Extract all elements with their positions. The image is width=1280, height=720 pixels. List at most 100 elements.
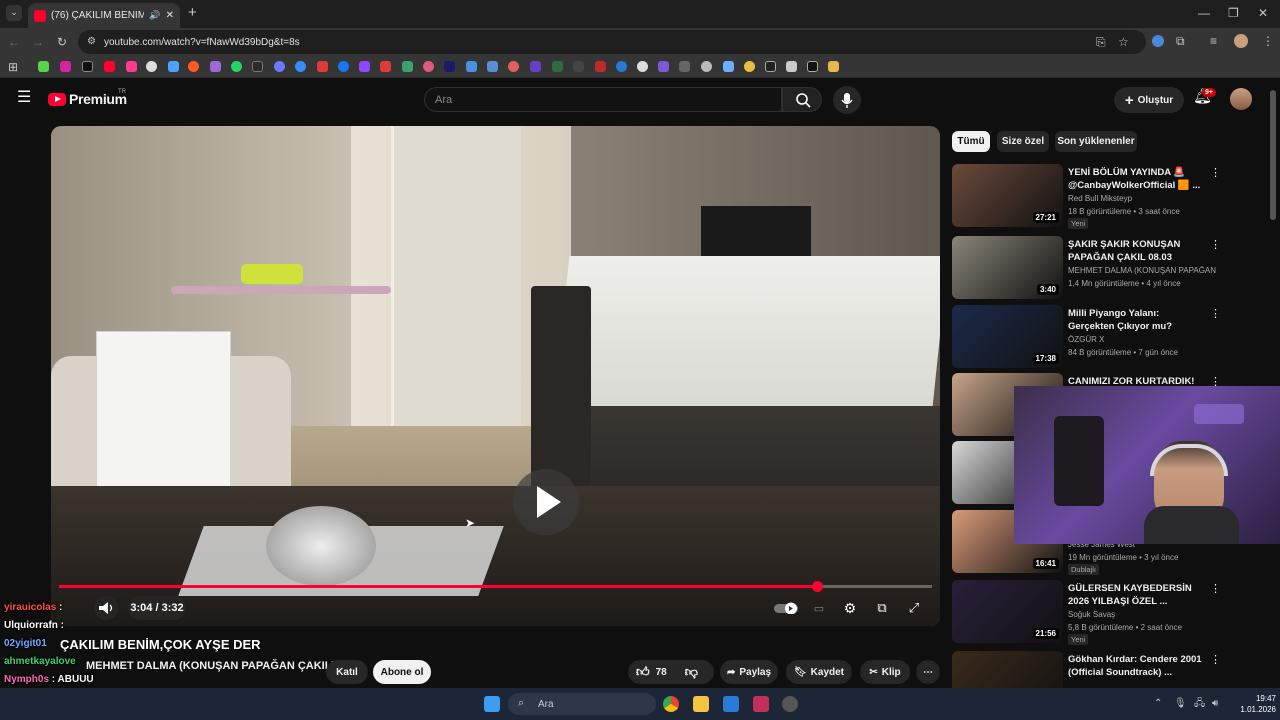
file-explorer-icon[interactable] (693, 696, 709, 712)
channel-name[interactable]: MEHMET DALMA (KONUŞAN PAPAĞAN ÇAKIL) (86, 660, 335, 672)
chrome-taskbar-icon[interactable] (663, 696, 679, 712)
recommendation-item[interactable]: 27:21 YENİ BÖLÜM YAYINDA 🚨 @CanbayWolkerO… (952, 164, 1260, 230)
bookmark-circle-icon[interactable] (295, 61, 306, 72)
recommendation-menu-icon[interactable]: ⋮ (1210, 307, 1221, 320)
chip-for-you[interactable]: Size özel (997, 131, 1049, 152)
bookmark-yellow-icon[interactable] (744, 61, 755, 72)
autoplay-toggle[interactable] (772, 596, 800, 620)
back-icon[interactable]: ← (8, 35, 20, 49)
bookmark-pinkround-icon[interactable] (423, 61, 434, 72)
share-button[interactable]: ➦ Paylaş (720, 660, 778, 684)
bookmark-coral-icon[interactable] (508, 61, 519, 72)
bookmark-gmail-icon[interactable] (317, 61, 328, 72)
close-window-icon[interactable]: ✕ (1258, 6, 1268, 20)
bookmark-white-icon[interactable] (637, 61, 648, 72)
bookmark-k-icon[interactable] (765, 61, 776, 72)
audio-playing-icon[interactable]: 🔊 (149, 10, 160, 21)
progress-bar[interactable] (59, 581, 932, 592)
recommendation-title[interactable]: ŞAKIR ŞAKIR KONUŞAN PAPAĞAN ÇAKIL 08.03 (1068, 238, 1208, 264)
save-button[interactable]: 🔖︎ Kaydet (786, 660, 852, 684)
bookmark-whatsapp-icon[interactable] (231, 61, 242, 72)
recommendation-title[interactable]: Milli Piyango Yalanı: Gerçekten Çıkıyor … (1068, 307, 1208, 333)
search-button[interactable] (782, 87, 822, 112)
bookmark-sky-icon[interactable] (723, 61, 734, 72)
hamburger-menu-icon[interactable]: ☰ (17, 90, 31, 106)
new-tab-icon[interactable]: + (188, 5, 197, 20)
taskbar-search[interactable]: ⌕ Ara (508, 693, 656, 715)
recommendation-item[interactable]: 3:40 ŞAKIR ŞAKIR KONUŞAN PAPAĞAN ÇAKIL 08… (952, 236, 1260, 302)
active-tab[interactable]: (76) ÇAKILIM BENİM,ÇOK A 🔊 ✕ (28, 3, 180, 28)
clip-button[interactable]: ✂ Klip (860, 660, 910, 684)
recommendation-menu-icon[interactable]: ⋮ (1210, 238, 1221, 251)
bookmark-chart-icon[interactable] (595, 61, 606, 72)
more-actions-icon[interactable]: ⋯ (916, 660, 940, 684)
install-app-icon[interactable]: ⎘ (1096, 35, 1106, 49)
bookmark-openai-icon[interactable] (701, 61, 712, 72)
recommendation-thumbnail[interactable]: 3:40 (952, 236, 1063, 299)
bookmark-steam-icon[interactable] (274, 61, 285, 72)
recommendation-title[interactable]: YENİ BÖLÜM YAYINDA 🚨 @CanbayWolkerOffici… (1068, 166, 1208, 192)
chip-all[interactable]: Tümü (952, 131, 990, 152)
bookmark-pink-icon[interactable] (126, 61, 137, 72)
maximize-icon[interactable]: ❐ (1228, 6, 1239, 20)
bookmark-b-icon[interactable] (444, 61, 455, 72)
bookmark-dark-icon[interactable] (252, 61, 263, 72)
recommendation-menu-icon[interactable]: ⋮ (1210, 653, 1221, 666)
youtube-logo-icon[interactable] (48, 93, 66, 106)
profile-avatar[interactable] (1234, 34, 1248, 48)
tray-mic-icon[interactable]: 🎙︎ (1174, 697, 1187, 711)
create-button[interactable]: + Oluştur (1114, 87, 1184, 113)
join-button[interactable]: Katıl (326, 660, 368, 684)
miniplayer-icon[interactable]: ⧉ (870, 596, 894, 620)
recommendation-channel[interactable]: Red Bull Miksteyp (1068, 194, 1218, 203)
reload-icon[interactable]: ↻ (57, 35, 67, 49)
recommendation-item[interactable]: 17:38 Milli Piyango Yalanı: Gerçekten Çık… (952, 305, 1260, 371)
chrome-menu-icon[interactable]: ⋮ (1262, 34, 1274, 48)
bookmark-link-icon[interactable] (679, 61, 690, 72)
speaker-icon[interactable]: 🔊︎ (1212, 697, 1218, 711)
big-play-button[interactable] (513, 469, 579, 535)
bookmark-star-icon[interactable]: ☆ (1118, 35, 1129, 49)
windows-start-icon[interactable] (484, 696, 500, 712)
bookmark-x-icon[interactable] (82, 61, 93, 72)
clock[interactable]: 19:47 1.01.2026 (1236, 693, 1276, 715)
recommendation-thumbnail[interactable]: 21:56 (952, 580, 1063, 643)
close-tab-icon[interactable]: ✕ (166, 10, 174, 21)
subscribe-button[interactable]: Abone ol (373, 660, 431, 684)
bookmark-kick-icon[interactable] (38, 61, 49, 72)
fullscreen-icon[interactable]: ⤢ (902, 596, 926, 620)
bookmark-lavender-icon[interactable] (658, 61, 669, 72)
media-control-icon[interactable]: ≡ (1210, 34, 1217, 48)
recommendation-thumbnail[interactable]: 27:21 (952, 164, 1063, 227)
bookmark-crown-icon[interactable] (786, 61, 797, 72)
search-input[interactable]: Ara (424, 87, 782, 112)
bookmark-red-icon[interactable] (380, 61, 391, 72)
bookmark-folder-icon[interactable] (828, 61, 839, 72)
settings-gear-icon[interactable]: ⚙ (838, 596, 862, 620)
like-icon[interactable]: 👍︎ (636, 664, 650, 680)
site-info-icon[interactable]: ⚙ (87, 35, 96, 49)
sidebar-scrollbar[interactable] (1270, 90, 1276, 220)
store-icon[interactable] (723, 696, 739, 712)
bookmark-grey-icon[interactable] (573, 61, 584, 72)
bookmark-twitch-icon[interactable] (359, 61, 370, 72)
bookmark-purple-icon[interactable] (210, 61, 221, 72)
bookmark-chatgpt-icon[interactable] (146, 61, 157, 72)
volume-button[interactable] (94, 596, 118, 620)
bookmark-blue-icon[interactable] (168, 61, 179, 72)
url-field[interactable]: ⚙ youtube.com/watch?v=fNawWd39bDg&t=8s ⎘… (78, 30, 1146, 54)
bookmark-tv-icon[interactable] (487, 61, 498, 72)
bookmark-facebook-icon[interactable] (338, 61, 349, 72)
bookmark-black-icon[interactable] (807, 61, 818, 72)
recommendation-menu-icon[interactable]: ⋮ (1210, 166, 1221, 179)
recommendation-channel[interactable]: Soğuk Savaş (1068, 610, 1218, 619)
apps-grid-icon[interactable]: ⊞ (8, 60, 18, 74)
account-avatar[interactable] (1230, 88, 1252, 110)
voice-search-button[interactable] (833, 86, 861, 114)
chip-recently-uploaded[interactable]: Son yüklenenler (1055, 131, 1137, 152)
app-circle-icon[interactable] (782, 696, 798, 712)
extensions-puzzle-icon[interactable]: ⧉ (1176, 34, 1185, 48)
recommendation-thumbnail[interactable]: 17:38 (952, 305, 1063, 368)
forward-icon[interactable]: → (32, 35, 44, 49)
bookmark-lightblue-icon[interactable] (466, 61, 477, 72)
